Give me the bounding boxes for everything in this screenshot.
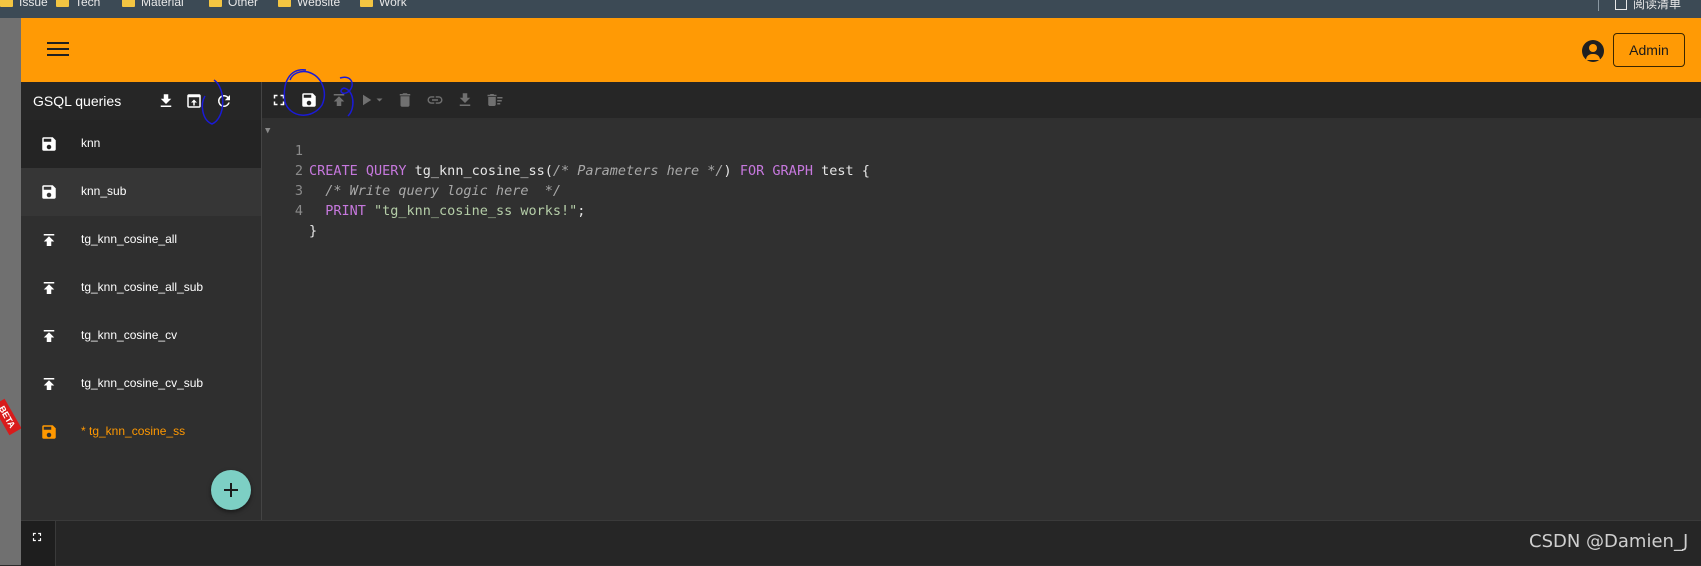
save-icon: [42, 425, 56, 439]
query-item-tg-knn-cosine-all-sub[interactable]: tg_knn_cosine_all_sub: [21, 264, 261, 312]
bookmark-label: Material: [141, 0, 184, 9]
publish-icon: [43, 378, 55, 390]
delete-icon[interactable]: [396, 91, 414, 109]
download-icon[interactable]: [157, 92, 175, 110]
bookmark-label: Work: [379, 0, 407, 9]
query-label: tg_knn_cosine_cv_sub: [81, 376, 204, 390]
folder-icon: [56, 0, 69, 7]
side-strip: BETA: [0, 18, 22, 565]
bookmarks-bar: Issue Tech Material Other Website Work 阅…: [0, 0, 1701, 18]
publish-icon: [43, 330, 55, 342]
query-label: tg_knn_cosine_cv: [81, 328, 178, 342]
download-query-icon[interactable]: [456, 91, 474, 109]
bookmark-divider: [1597, 0, 1599, 11]
bookmark-work[interactable]: Work: [360, 0, 407, 9]
query-label: tg_knn_cosine_all: [81, 232, 178, 246]
bookmark-label: Issue: [19, 0, 48, 9]
query-label: knn: [81, 136, 101, 150]
bookmark-label: Website: [297, 0, 341, 9]
publish-icon: [43, 282, 55, 294]
bookmark-tech[interactable]: Tech: [56, 0, 100, 9]
query-label: * tg_knn_cosine_ss: [81, 424, 186, 438]
bookmark-label: Tech: [75, 0, 101, 9]
fullscreen-icon[interactable]: [30, 530, 44, 544]
watermark: CSDN @Damien_J: [1529, 531, 1689, 552]
save-icon: [42, 185, 56, 199]
query-item-tg-knn-cosine-all[interactable]: tg_knn_cosine_all: [21, 216, 261, 264]
code-editor[interactable]: ▼ 1 CREATE QUERY tg_knn_cosine_ss(/* Par…: [262, 118, 1701, 520]
reading-list[interactable]: 阅读清单: [1597, 0, 1681, 12]
beta-ribbon: BETA: [0, 398, 22, 436]
folder-icon: [209, 0, 222, 7]
refresh-icon[interactable]: [215, 92, 233, 110]
query-item-tg-knn-cosine-ss[interactable]: * tg_knn_cosine_ss: [21, 408, 261, 456]
app-bar: Admin: [21, 18, 1701, 82]
folder-icon: [278, 0, 291, 7]
code-line: 3 PRINT "tg_knn_cosine_ss works!";: [262, 161, 586, 219]
sidebar-header: GSQL queries: [21, 82, 261, 120]
bookmark-other[interactable]: Other: [209, 0, 258, 9]
query-item-knn[interactable]: knn: [21, 120, 261, 168]
sidebar-title: GSQL queries: [33, 93, 122, 109]
code-text: /* Write query logic here */: [309, 183, 561, 199]
bookmark-website[interactable]: Website: [278, 0, 340, 9]
link-icon[interactable]: [426, 91, 444, 109]
save-query-icon[interactable]: [300, 91, 318, 109]
query-item-tg-knn-cosine-cv-sub[interactable]: tg_knn_cosine_cv_sub: [21, 360, 261, 408]
line-number: 4: [294, 203, 303, 219]
result-panel-gutter: [21, 521, 56, 566]
code-line: 4 }: [262, 181, 317, 239]
add-query-button[interactable]: [211, 470, 251, 510]
fullscreen-icon[interactable]: [270, 91, 288, 109]
delete-all-icon[interactable]: [486, 91, 504, 109]
query-label: knn_sub: [81, 184, 127, 198]
code-line: 2 /* Write query logic here */: [262, 141, 561, 199]
code-line: 1 CREATE QUERY tg_knn_cosine_ss(/* Param…: [262, 121, 870, 179]
bookmark-issue[interactable]: Issue: [0, 0, 48, 9]
install-query-icon[interactable]: [330, 91, 348, 109]
save-icon: [42, 137, 56, 151]
code-text: CREATE QUERY tg_knn_cosine_ss(/* Paramet…: [309, 163, 870, 179]
account-circle-icon[interactable]: [1582, 40, 1604, 62]
query-item-knn-sub[interactable]: knn_sub: [21, 168, 261, 216]
queries-sidebar: GSQL queries knn knn_sub tg_knn_cosine_a…: [21, 82, 261, 520]
editor-toolbar: [262, 82, 1701, 118]
query-item-tg-knn-cosine-cv[interactable]: tg_knn_cosine_cv: [21, 312, 261, 360]
upload-file-icon[interactable]: [185, 92, 203, 110]
code-text: }: [309, 223, 318, 239]
folder-icon: [360, 0, 373, 7]
result-panel: [21, 520, 1701, 566]
menu-icon[interactable]: [47, 38, 69, 60]
admin-button[interactable]: Admin: [1613, 33, 1685, 67]
reading-list-label: 阅读清单: [1632, 0, 1681, 11]
code-text: PRINT "tg_knn_cosine_ss works!";: [309, 203, 586, 219]
bookmark-label: Other: [228, 0, 259, 9]
query-label: tg_knn_cosine_all_sub: [81, 280, 204, 294]
folder-icon: [122, 0, 135, 7]
run-query-icon[interactable]: [358, 91, 386, 109]
bookmark-material[interactable]: Material: [122, 0, 184, 9]
reading-list-icon: [1614, 0, 1627, 10]
folder-icon: [0, 0, 13, 7]
publish-icon: [43, 234, 55, 246]
